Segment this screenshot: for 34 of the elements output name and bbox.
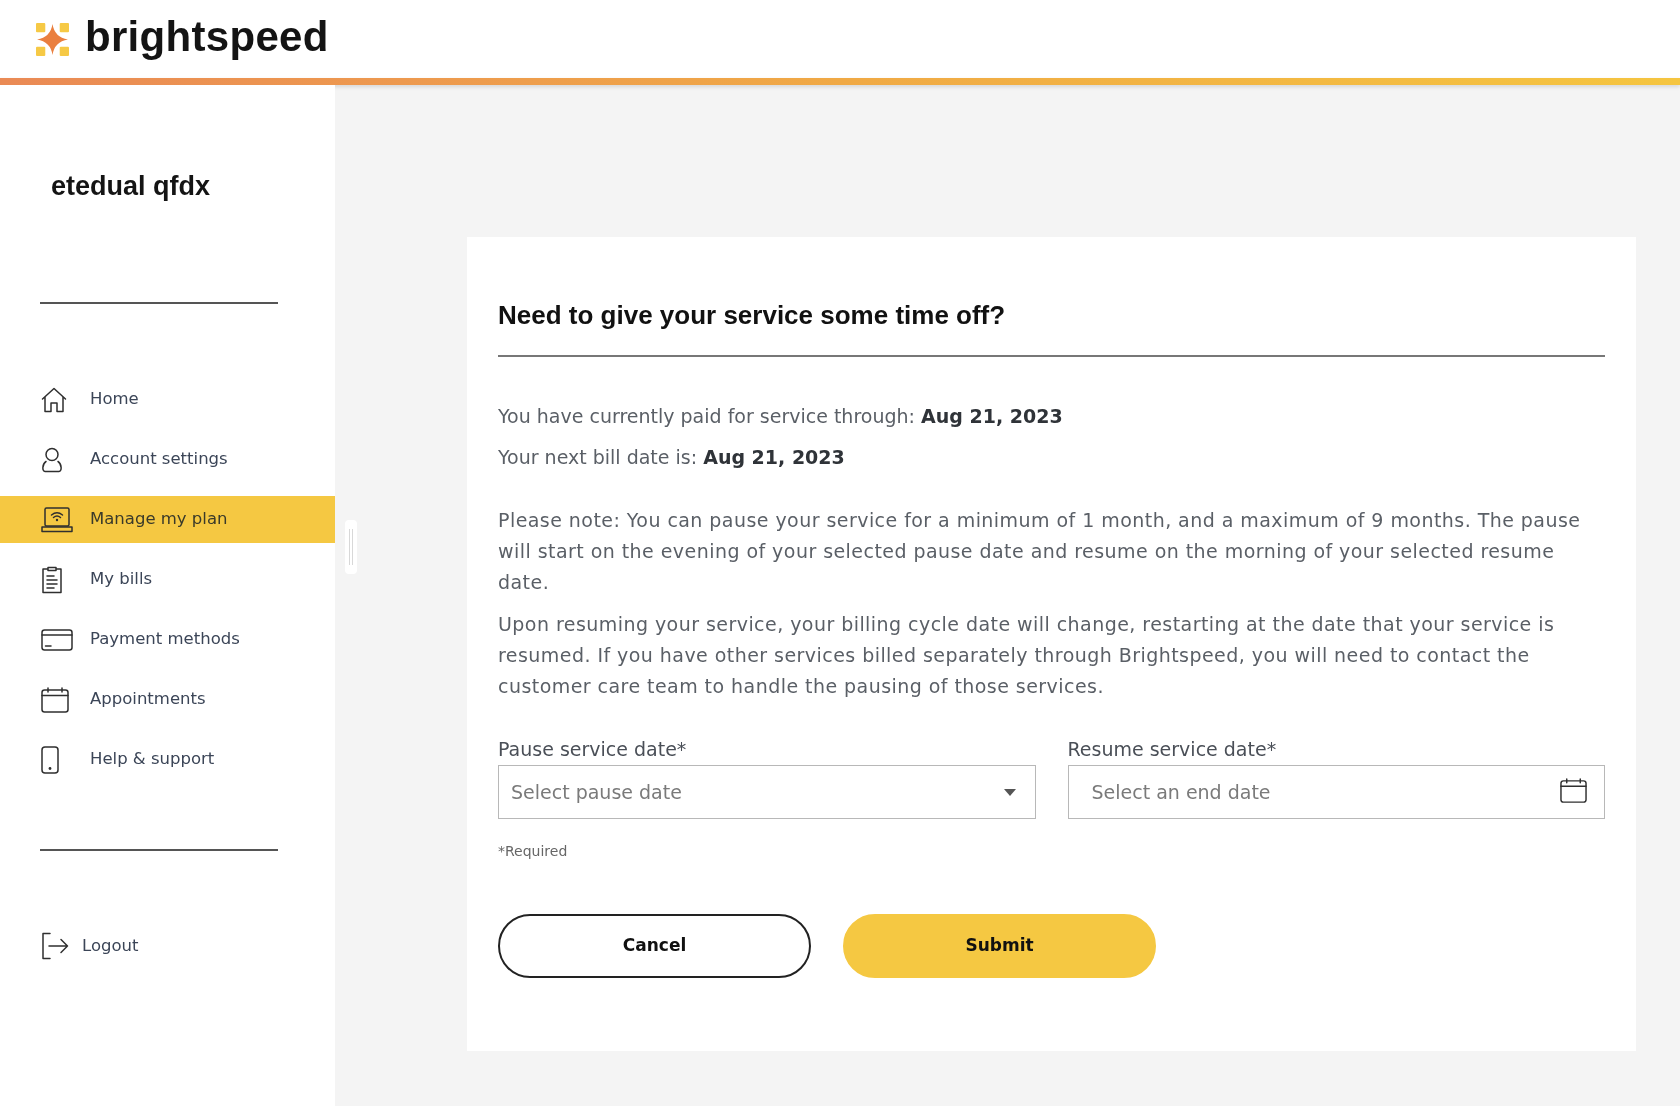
- smartphone-icon: [41, 745, 59, 774]
- required-note: *Required: [498, 842, 568, 860]
- billing-info-text: Your next bill date is: Aug 21, 2023: [498, 445, 845, 470]
- home-icon: [41, 386, 67, 413]
- nav-item[interactable]: My bills: [0, 556, 335, 603]
- user-name: etedual qfdx: [50, 171, 211, 201]
- calendar-icon: [41, 686, 69, 713]
- nav-item[interactable]: Payment methods: [0, 616, 335, 663]
- clipboard-icon: [41, 565, 63, 594]
- nav-item[interactable]: Home: [0, 376, 335, 423]
- drag-handle-icon[interactable]: [345, 520, 357, 574]
- logout-link[interactable]: Logout: [41, 932, 139, 960]
- user-icon: [41, 446, 63, 473]
- nav-item[interactable]: Manage my plan: [0, 496, 335, 543]
- date-input-field[interactable]: Select an end date: [1067, 765, 1605, 819]
- caret-down-icon: [1003, 789, 1016, 796]
- cancel-button[interactable]: Cancel: [498, 914, 811, 978]
- laptop-wifi-icon: [41, 506, 73, 533]
- credit-card-icon: [41, 628, 73, 651]
- logout-icon: [41, 932, 69, 960]
- note-paragraph: Upon resuming your service, your billing cycle date will change, restarting at the date that your service is resumed. If you have other services billed separately through Brightspeed, you will need to contact the customer care team to handle the pausing of those services.: [498, 612, 1556, 699]
- brand-name: brightspeed: [85, 16, 329, 58]
- date-select-field[interactable]: Select pause date: [498, 765, 1036, 819]
- logo-icon: [36, 22, 69, 56]
- nav-item[interactable]: Help & support: [0, 736, 335, 783]
- nav-item[interactable]: Account settings: [0, 436, 335, 483]
- note-paragraph: Please note: You can pause your service for a minimum of 1 month, and a maximum of 9 months. The pause will start on the evening of your selected pause date and resume on the morning of your selected resume date.: [498, 508, 1582, 595]
- field-label: Resume service date*: [1067, 737, 1277, 761]
- field-label: Pause service date*: [498, 737, 687, 761]
- nav-item[interactable]: Appointments: [0, 676, 335, 723]
- submit-button[interactable]: Submit: [843, 914, 1156, 978]
- calendar-icon: [1560, 778, 1587, 804]
- billing-info-text: You have currently paid for service through: Aug 21, 2023: [498, 404, 1063, 429]
- card-title: Need to give your service some time off?: [498, 299, 1006, 331]
